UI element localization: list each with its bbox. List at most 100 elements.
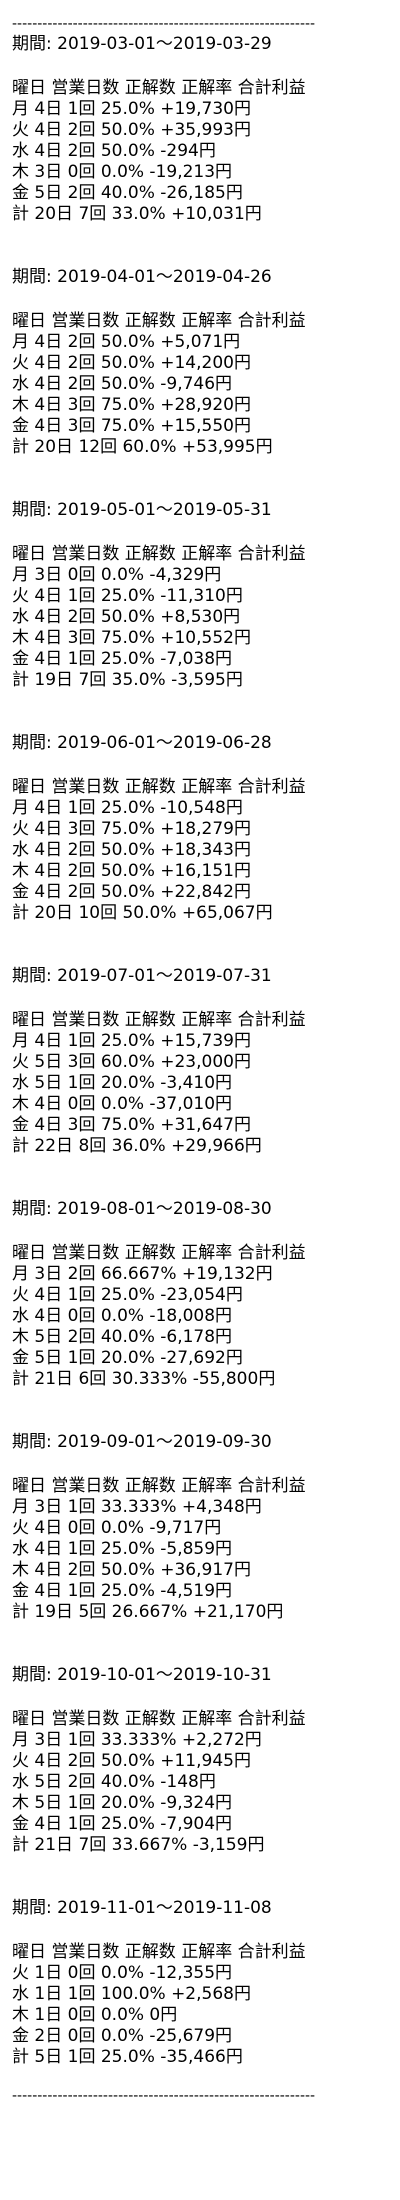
period-range: 2019-04-01～2019-04-26 bbox=[57, 267, 272, 287]
table-row: 木 4日 3回 75.0% +28,920円 bbox=[12, 395, 251, 415]
table-row: 月 4日 2回 50.0% +5,071円 bbox=[12, 332, 241, 352]
period-title: 期間: 2019-03-01～2019-03-29 bbox=[12, 34, 400, 56]
table-row: 金 5日 2回 40.0% -26,185円 bbox=[12, 183, 243, 203]
table-row: 木 4日 0回 0.0% -37,010円 bbox=[12, 1094, 233, 1114]
period-title: 期間: 2019-09-01～2019-09-30 bbox=[12, 1432, 400, 1454]
table-row: 月 3日 1回 33.333% +4,348円 bbox=[12, 1497, 262, 1517]
table-row: 月 4日 1回 25.0% +15,739円 bbox=[12, 1031, 251, 1051]
table-row: 火 4日 3回 75.0% +18,279円 bbox=[12, 819, 251, 839]
period-block: 期間: 2019-03-01～2019-03-29 曜日 営業日数 正解数 正解率… bbox=[12, 34, 400, 267]
table-row: 火 4日 0回 0.0% -9,717円 bbox=[12, 1518, 222, 1538]
total-row: 計 21日 6回 30.333% -55,800円 bbox=[12, 1369, 276, 1389]
period-label: 期間: bbox=[12, 500, 58, 520]
table-row: 火 4日 2回 50.0% +14,200円 bbox=[12, 353, 251, 373]
table-row: 水 4日 2回 50.0% -9,746円 bbox=[12, 374, 233, 394]
table-row: 木 5日 2回 40.0% -6,178円 bbox=[12, 1327, 233, 1347]
table-row: 金 4日 1回 25.0% -7,038円 bbox=[12, 649, 233, 669]
period-label: 期間: bbox=[12, 1432, 58, 1452]
table-row: 火 4日 1回 25.0% -11,310円 bbox=[12, 586, 243, 606]
table-row: 木 4日 2回 50.0% +36,917円 bbox=[12, 1560, 251, 1580]
table-row: 月 3日 0回 0.0% -4,329円 bbox=[12, 565, 222, 585]
period-block: 期間: 2019-08-01～2019-08-30 曜日 営業日数 正解数 正解率… bbox=[12, 1199, 400, 1432]
period-label: 期間: bbox=[12, 733, 58, 753]
table-row: 月 3日 2回 66.667% +19,132円 bbox=[12, 1264, 273, 1284]
period-range: 2019-08-01～2019-08-30 bbox=[57, 1199, 272, 1219]
table-row: 金 4日 1回 25.0% -4,519円 bbox=[12, 1581, 233, 1601]
period-label: 期間: bbox=[12, 34, 58, 54]
table-row: 水 5日 1回 20.0% -3,410円 bbox=[12, 1073, 233, 1093]
top-divider: ----------------------------------------… bbox=[12, 16, 316, 32]
total-row: 計 21日 7回 33.667% -3,159円 bbox=[12, 1835, 265, 1855]
report-page: ----------------------------------------… bbox=[0, 0, 400, 2200]
periods-list: 期間: 2019-03-01～2019-03-29 曜日 営業日数 正解数 正解率… bbox=[12, 34, 400, 2068]
table-row: 月 3日 1回 33.333% +2,272円 bbox=[12, 1730, 262, 1750]
period-block: 期間: 2019-09-01～2019-09-30 曜日 営業日数 正解数 正解率… bbox=[12, 1432, 400, 1665]
period-block: 期間: 2019-11-01～2019-11-08 曜日 営業日数 正解数 正解率… bbox=[12, 1898, 400, 2068]
table-row: 木 4日 2回 50.0% +16,151円 bbox=[12, 861, 251, 881]
period-block: 期間: 2019-04-01～2019-04-26 曜日 営業日数 正解数 正解率… bbox=[12, 267, 400, 500]
table-row: 水 1日 1回 100.0% +2,568円 bbox=[12, 1984, 251, 2004]
table-row: 水 5日 2回 40.0% -148円 bbox=[12, 1772, 216, 1792]
bottom-divider: ----------------------------------------… bbox=[12, 2088, 316, 2104]
table-header: 曜日 営業日数 正解数 正解率 合計利益 bbox=[12, 544, 306, 564]
period-range: 2019-11-01～2019-11-08 bbox=[57, 1898, 272, 1918]
table-row: 金 4日 3回 75.0% +15,550円 bbox=[12, 416, 251, 436]
table-header: 曜日 営業日数 正解数 正解率 合計利益 bbox=[12, 1476, 306, 1496]
period-block: 期間: 2019-05-01～2019-05-31 曜日 営業日数 正解数 正解率… bbox=[12, 500, 400, 733]
table-row: 金 2日 0回 0.0% -25,679円 bbox=[12, 2026, 233, 2046]
period-range: 2019-10-01～2019-10-31 bbox=[57, 1665, 272, 1685]
period-label: 期間: bbox=[12, 267, 58, 287]
table-header: 曜日 営業日数 正解数 正解率 合計利益 bbox=[12, 78, 306, 98]
total-row: 計 20日 12回 60.0% +53,995円 bbox=[12, 437, 273, 457]
table-row: 金 4日 1回 25.0% -7,904円 bbox=[12, 1814, 233, 1834]
table-row: 木 5日 1回 20.0% -9,324円 bbox=[12, 1793, 233, 1813]
period-label: 期間: bbox=[12, 1199, 58, 1219]
total-row: 計 20日 10回 50.0% +65,067円 bbox=[12, 903, 273, 923]
table-row: 月 4日 1回 25.0% -10,548円 bbox=[12, 798, 243, 818]
table-row: 火 5日 3回 60.0% +23,000円 bbox=[12, 1052, 251, 1072]
table-row: 木 4日 3回 75.0% +10,552円 bbox=[12, 628, 251, 648]
period-range: 2019-03-01～2019-03-29 bbox=[57, 34, 272, 54]
table-row: 水 4日 2回 50.0% +18,343円 bbox=[12, 840, 251, 860]
period-label: 期間: bbox=[12, 966, 58, 986]
table-row: 木 3日 0回 0.0% -19,213円 bbox=[12, 162, 233, 182]
period-block: 期間: 2019-06-01～2019-06-28 曜日 営業日数 正解数 正解率… bbox=[12, 733, 400, 966]
table-header: 曜日 営業日数 正解数 正解率 合計利益 bbox=[12, 777, 306, 797]
period-title: 期間: 2019-10-01～2019-10-31 bbox=[12, 1665, 400, 1687]
period-title: 期間: 2019-08-01～2019-08-30 bbox=[12, 1199, 400, 1221]
period-title: 期間: 2019-06-01～2019-06-28 bbox=[12, 733, 400, 755]
table-header: 曜日 営業日数 正解数 正解率 合計利益 bbox=[12, 1709, 306, 1729]
total-row: 計 22日 8回 36.0% +29,966円 bbox=[12, 1136, 262, 1156]
table-header: 曜日 営業日数 正解数 正解率 合計利益 bbox=[12, 1010, 306, 1030]
period-range: 2019-05-01～2019-05-31 bbox=[57, 500, 272, 520]
period-title: 期間: 2019-04-01～2019-04-26 bbox=[12, 267, 400, 289]
table-row: 水 4日 0回 0.0% -18,008円 bbox=[12, 1306, 233, 1326]
period-block: 期間: 2019-07-01～2019-07-31 曜日 営業日数 正解数 正解率… bbox=[12, 966, 400, 1199]
period-label: 期間: bbox=[12, 1665, 58, 1685]
period-title: 期間: 2019-05-01～2019-05-31 bbox=[12, 500, 400, 522]
table-row: 火 4日 2回 50.0% +35,993円 bbox=[12, 120, 251, 140]
table-row: 金 4日 2回 50.0% +22,842円 bbox=[12, 882, 251, 902]
table-header: 曜日 営業日数 正解数 正解率 合計利益 bbox=[12, 1942, 306, 1962]
period-title: 期間: 2019-07-01～2019-07-31 bbox=[12, 966, 400, 988]
total-row: 計 20日 7回 33.0% +10,031円 bbox=[12, 204, 262, 224]
table-row: 水 4日 2回 50.0% -294円 bbox=[12, 141, 216, 161]
table-row: 水 4日 2回 50.0% +8,530円 bbox=[12, 607, 241, 627]
table-row: 木 1日 0回 0.0% 0円 bbox=[12, 2005, 178, 2025]
period-range: 2019-06-01～2019-06-28 bbox=[57, 733, 272, 753]
table-header: 曜日 営業日数 正解数 正解率 合計利益 bbox=[12, 1243, 306, 1263]
table-row: 金 4日 3回 75.0% +31,647円 bbox=[12, 1115, 251, 1135]
period-range: 2019-07-01～2019-07-31 bbox=[57, 966, 272, 986]
table-row: 火 4日 1回 25.0% -23,054円 bbox=[12, 1285, 243, 1305]
period-range: 2019-09-01～2019-09-30 bbox=[57, 1432, 272, 1452]
period-title: 期間: 2019-11-01～2019-11-08 bbox=[12, 1898, 400, 1920]
total-row: 計 5日 1回 25.0% -35,466円 bbox=[12, 2047, 243, 2067]
total-row: 計 19日 7回 35.0% -3,595円 bbox=[12, 670, 243, 690]
table-row: 水 4日 1回 25.0% -5,859円 bbox=[12, 1539, 233, 1559]
